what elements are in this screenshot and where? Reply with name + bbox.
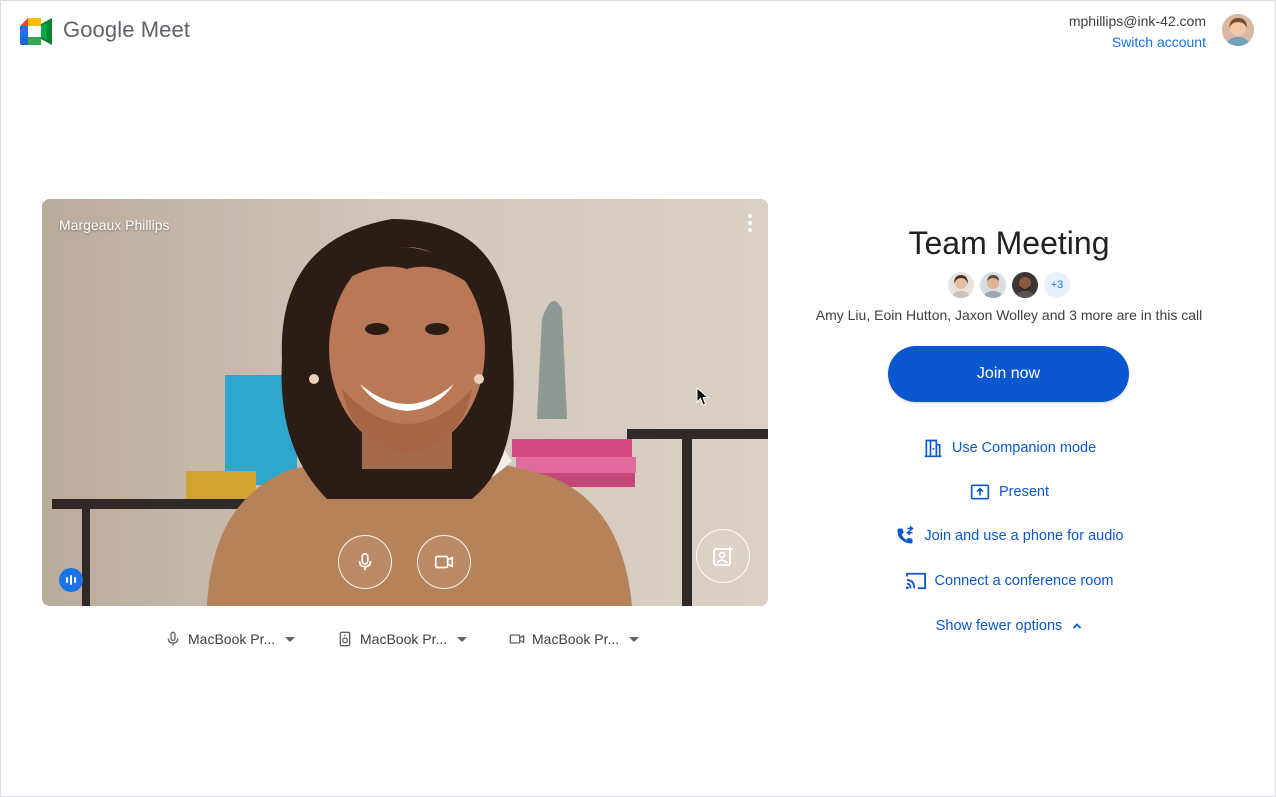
switch-account-link[interactable]: Switch account xyxy=(1069,32,1206,52)
self-name-label: Margeaux Phillips xyxy=(59,217,170,233)
video-preview: Margeaux Phillips xyxy=(42,199,768,606)
audio-level-icon xyxy=(66,575,76,585)
account-email: mphillips@ink-42.com xyxy=(1068,13,1206,29)
present-label: Present xyxy=(999,484,1049,500)
audio-level-indicator xyxy=(59,568,83,592)
companion-mode-icon xyxy=(922,437,944,459)
join-now-button[interactable]: Join now xyxy=(888,346,1129,402)
microphone-toggle-button[interactable] xyxy=(338,535,392,589)
account-avatar[interactable] xyxy=(1222,14,1254,46)
chevron-down-icon xyxy=(629,636,640,642)
in-call-participants-text: Amy Liu, Eoin Hutton, Jaxon Wolley and 3… xyxy=(815,307,1203,323)
phone-audio-option[interactable]: Join and use a phone for audio xyxy=(808,524,1210,548)
microphone-icon xyxy=(164,630,182,648)
show-fewer-options-button[interactable]: Show fewer options xyxy=(808,614,1210,638)
camera-icon xyxy=(434,555,454,569)
self-view-video xyxy=(42,199,768,606)
companion-mode-option[interactable]: Use Companion mode xyxy=(808,436,1210,460)
camera-icon xyxy=(508,630,526,648)
more-options-button[interactable] xyxy=(742,211,758,235)
google-meet-logo-icon xyxy=(20,18,52,45)
camera-select[interactable]: MacBook Pr... xyxy=(508,630,640,648)
conference-room-option[interactable]: Connect a conference room xyxy=(808,569,1210,593)
conference-room-label: Connect a conference room xyxy=(934,573,1114,589)
app-name: Google Meet xyxy=(63,17,191,42)
more-participants-badge: +3 xyxy=(1044,272,1070,298)
participant-avatar xyxy=(948,272,974,298)
chevron-up-icon xyxy=(1072,621,1082,631)
visual-effects-icon xyxy=(713,545,734,566)
speaker-select[interactable]: MacBook Pr... xyxy=(336,630,468,648)
present-option[interactable]: Present xyxy=(808,480,1210,504)
visual-effects-button[interactable] xyxy=(696,529,750,583)
participant-avatar xyxy=(1012,272,1038,298)
chevron-down-icon xyxy=(457,636,468,642)
phone-audio-label: Join and use a phone for audio xyxy=(924,528,1124,544)
speaker-select-label: MacBook Pr... xyxy=(360,631,448,647)
microphone-select-label: MacBook Pr... xyxy=(188,631,276,647)
speaker-icon xyxy=(336,630,354,648)
cast-icon xyxy=(905,570,927,592)
camera-select-label: MacBook Pr... xyxy=(532,631,620,647)
camera-toggle-button[interactable] xyxy=(417,535,471,589)
avatar-photo-icon xyxy=(1222,14,1254,46)
microphone-icon xyxy=(358,552,372,571)
mouse-cursor-icon xyxy=(696,387,710,406)
microphone-select[interactable]: MacBook Pr... xyxy=(164,630,296,648)
phone-audio-icon xyxy=(894,525,916,547)
chevron-down-icon xyxy=(285,636,296,642)
account-info: mphillips@ink-42.com Switch account xyxy=(1069,12,1206,52)
show-fewer-options-label: Show fewer options xyxy=(935,618,1063,634)
participant-avatar xyxy=(980,272,1006,298)
present-icon xyxy=(969,481,991,503)
device-selectors: MacBook Pr... MacBook Pr... MacBook Pr..… xyxy=(164,630,650,652)
companion-mode-label: Use Companion mode xyxy=(951,440,1097,456)
meeting-title: Team Meeting xyxy=(908,225,1110,261)
